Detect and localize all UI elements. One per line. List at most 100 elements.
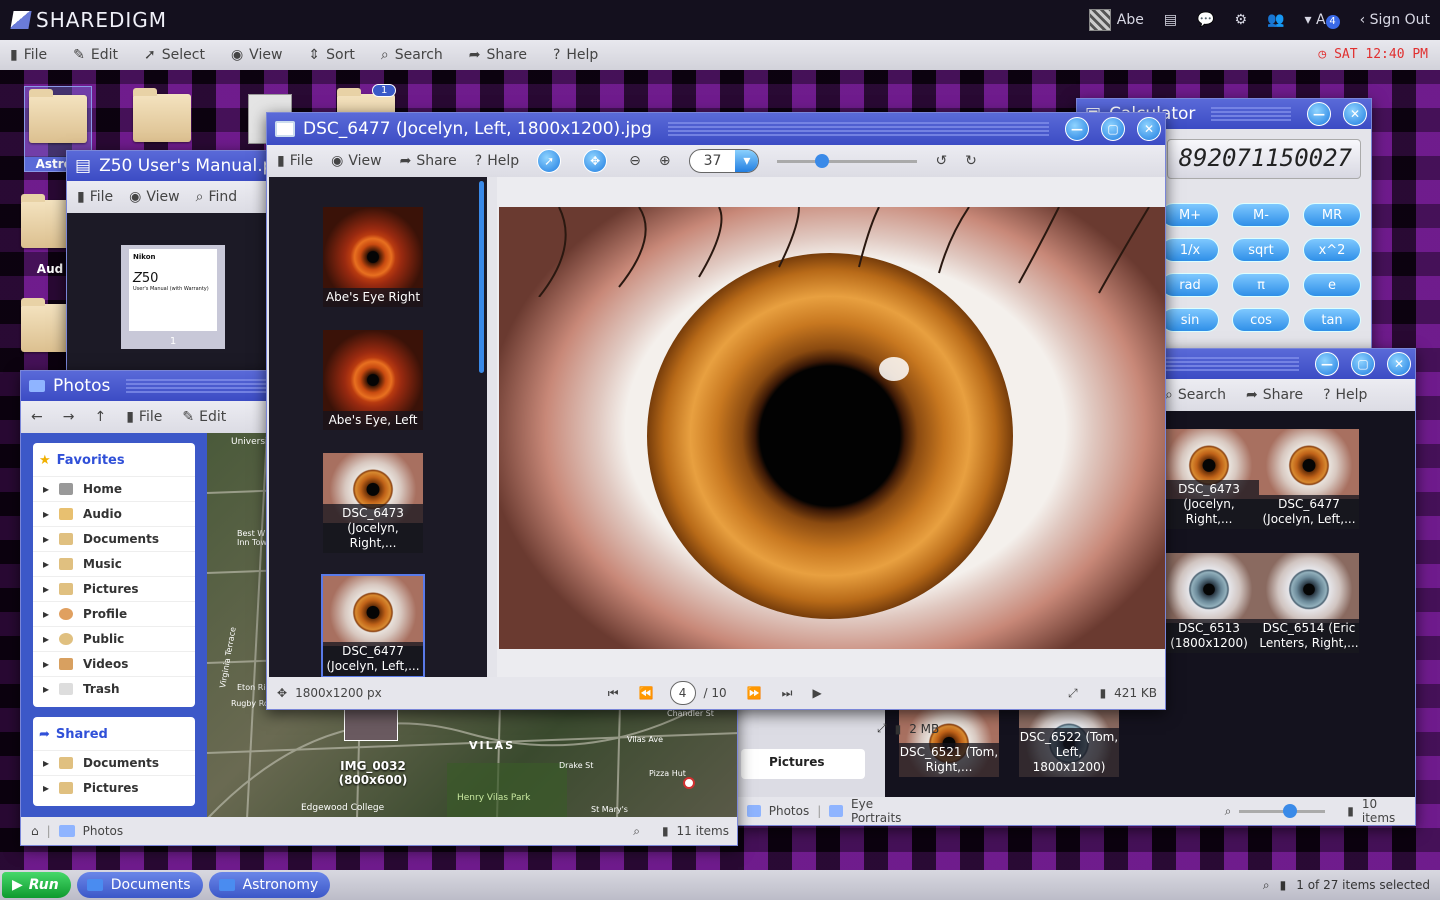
sign-out-button[interactable]: ‹ Sign Out <box>1360 12 1430 28</box>
breadcrumb-photos[interactable]: Photos <box>769 804 809 818</box>
rotate-right-icon[interactable]: ↻ <box>965 153 977 169</box>
calc-button-rad[interactable]: rad <box>1161 273 1219 297</box>
user-menu[interactable]: Abe <box>1088 9 1144 31</box>
zoom-icon[interactable]: ⌕ <box>633 824 640 839</box>
sidebar-item-audio[interactable]: ▸ Audio <box>33 501 195 526</box>
menu-file[interactable]: ▮ File <box>10 47 47 63</box>
toolbar-help[interactable]: ? Help <box>1323 387 1367 403</box>
menu-sort[interactable]: ⇕ Sort <box>308 47 354 63</box>
chat-icon[interactable]: 💬 <box>1197 12 1214 28</box>
menu-select[interactable]: ➚ Select <box>144 47 205 63</box>
map-pin-icon[interactable] <box>683 777 695 789</box>
user-search-icon[interactable]: 👥 <box>1267 12 1284 28</box>
sidebar-item-videos[interactable]: ▸ Videos <box>33 651 195 676</box>
sidebar-item-pictures[interactable]: ▸ Pictures <box>33 576 195 601</box>
maximize-button[interactable]: ▢ <box>1351 352 1375 376</box>
filmstrip-thumb-dsc-6477[interactable]: DSC_6477 (Jocelyn, Left,... <box>321 574 425 678</box>
favorites-header[interactable]: ★ Favorites <box>33 449 195 476</box>
fullscreen-icon[interactable]: ⤢ <box>1068 686 1078 701</box>
calc-button-reciprocal[interactable]: 1/x <box>1161 238 1219 262</box>
taskbar-item-documents[interactable]: Documents <box>76 872 203 898</box>
calc-button-e[interactable]: e <box>1303 273 1361 297</box>
breadcrumb-eye-portraits[interactable]: Eye Portraits <box>851 797 917 825</box>
maximize-button[interactable]: ▢ <box>1101 117 1125 141</box>
sidebar-item-shared-pictures[interactable]: ▸ Pictures <box>33 775 195 800</box>
sidebar-item-music[interactable]: ▸ Music <box>33 551 195 576</box>
thumb-dsc-6521[interactable]: DSC_6521 (Tom, Right,... <box>899 707 999 777</box>
close-button[interactable]: ✕ <box>1343 102 1367 126</box>
calc-button-mr[interactable]: MR <box>1303 203 1361 227</box>
viewer-menu-share[interactable]: ➦ Share <box>400 153 457 169</box>
menu-help[interactable]: ? Help <box>553 47 598 63</box>
toolbar-share[interactable]: ➦ Share <box>1246 387 1303 403</box>
calc-button-sqrt[interactable]: sqrt <box>1232 238 1290 262</box>
pdf-page-thumb[interactable]: Nikon Z50 User's Manual (with Warranty) … <box>121 245 225 349</box>
filmstrip-thumb-abe-left[interactable]: Abe's Eye, Left <box>323 330 423 430</box>
notifications-button[interactable]: ▾ A4 <box>1305 12 1340 29</box>
back-arrow-icon[interactable]: ← <box>31 409 43 425</box>
zoom-in-icon[interactable]: ⊕ <box>659 153 671 169</box>
sidebar-item-trash[interactable]: ▸ Trash <box>33 676 195 701</box>
breadcrumb-photos[interactable]: Photos <box>83 824 123 838</box>
sidebar-item-home[interactable]: ▸ Home <box>33 476 195 501</box>
pdf-menu-file[interactable]: ▮ File <box>77 189 113 205</box>
sidebar-item-pictures[interactable]: Pictures <box>741 749 865 779</box>
play-icon[interactable]: ▶ <box>812 686 821 700</box>
calc-button-pi[interactable]: π <box>1232 273 1290 297</box>
zoom-value[interactable]: 37 <box>690 153 736 169</box>
sidebar-item-shared-documents[interactable]: ▸ Documents <box>33 750 195 775</box>
viewer-titlebar[interactable]: DSC_6477 (Jocelyn, Left, 1800x1200).jpg … <box>267 113 1165 145</box>
home-icon[interactable]: ⌂ <box>31 824 39 838</box>
calc-button-sin[interactable]: sin <box>1161 308 1219 332</box>
viewer-canvas[interactable] <box>497 177 1165 679</box>
up-arrow-icon[interactable]: ↑ <box>94 409 106 425</box>
close-button[interactable]: ✕ <box>1137 117 1161 141</box>
shared-header[interactable]: ➦ Shared <box>33 723 195 750</box>
minimize-button[interactable]: — <box>1065 117 1089 141</box>
expand-icon[interactable]: ⤢ <box>877 721 887 736</box>
menu-search[interactable]: ⌕ Search <box>381 47 443 63</box>
rotate-left-icon[interactable]: ↺ <box>935 153 947 169</box>
first-page-icon[interactable]: ⏮ <box>608 686 619 701</box>
zoom-out-icon[interactable]: ⊖ <box>629 153 641 169</box>
thumb-dsc-6514[interactable]: DSC_6514 (Eric Lenters, Right,... <box>1259 553 1359 653</box>
pan-tool-button[interactable]: ✥ <box>583 149 608 173</box>
taskbar-item-astronomy[interactable]: Astronomy <box>208 872 331 898</box>
last-page-icon[interactable]: ⏭ <box>782 686 793 701</box>
minimize-button[interactable]: — <box>1307 102 1331 126</box>
previous-icon[interactable]: ⏪ <box>639 686 654 700</box>
forward-arrow-icon[interactable]: → <box>63 409 75 425</box>
photos-menu-file[interactable]: ▮ File <box>126 409 162 425</box>
window-list-icon[interactable]: ▤ <box>1164 12 1177 28</box>
calc-button-cos[interactable]: cos <box>1232 308 1290 332</box>
menu-share[interactable]: ➦ Share <box>469 47 527 63</box>
toolbar-search[interactable]: ⌕ Search <box>1165 387 1226 403</box>
zoom-icon[interactable]: ⌕ <box>1263 878 1270 893</box>
menu-edit[interactable]: ✎ Edit <box>73 47 118 63</box>
calc-button-mplus[interactable]: M+ <box>1161 203 1219 227</box>
sidebar-item-documents[interactable]: ▸ Documents <box>33 526 195 551</box>
zoom-slider[interactable] <box>1239 803 1326 818</box>
zoom-slider-handle[interactable] <box>815 153 830 168</box>
sidebar-item-public[interactable]: ▸ Public <box>33 626 195 651</box>
thumb-dsc-6513[interactable]: DSC_6513 (1800x1200) <box>1159 553 1259 653</box>
sidebar-item-profile[interactable]: ▸ Profile <box>33 601 195 626</box>
minimize-button[interactable]: — <box>1315 352 1339 376</box>
run-button[interactable]: ▶ Run <box>2 872 71 898</box>
close-button[interactable]: ✕ <box>1387 352 1411 376</box>
filmstrip-thumb-dsc-6473[interactable]: DSC_6473 (Jocelyn, Right,... <box>323 453 423 553</box>
zoom-slider[interactable] <box>777 153 918 168</box>
zoom-combo[interactable]: 37 ▾ <box>688 149 760 173</box>
viewer-menu-file[interactable]: ▮ File <box>277 153 313 169</box>
desktop-icon-pictures[interactable] <box>128 88 196 142</box>
thumb-dsc-6473[interactable]: DSC_6473 (Jocelyn, Right,... <box>1159 429 1259 529</box>
map-photo-marker[interactable] <box>344 709 398 741</box>
next-icon[interactable]: ⏩ <box>747 686 762 700</box>
viewer-menu-view[interactable]: ◉ View <box>331 153 381 169</box>
calc-button-tan[interactable]: tan <box>1303 308 1361 332</box>
calc-button-mminus[interactable]: M- <box>1232 203 1290 227</box>
photos-menu-edit[interactable]: ✎ Edit <box>182 409 226 425</box>
filmstrip-scrollbar[interactable] <box>479 181 484 373</box>
thumb-dsc-6477[interactable]: DSC_6477 (Jocelyn, Left,... <box>1259 429 1359 529</box>
viewer-menu-help[interactable]: ? Help <box>475 153 519 169</box>
